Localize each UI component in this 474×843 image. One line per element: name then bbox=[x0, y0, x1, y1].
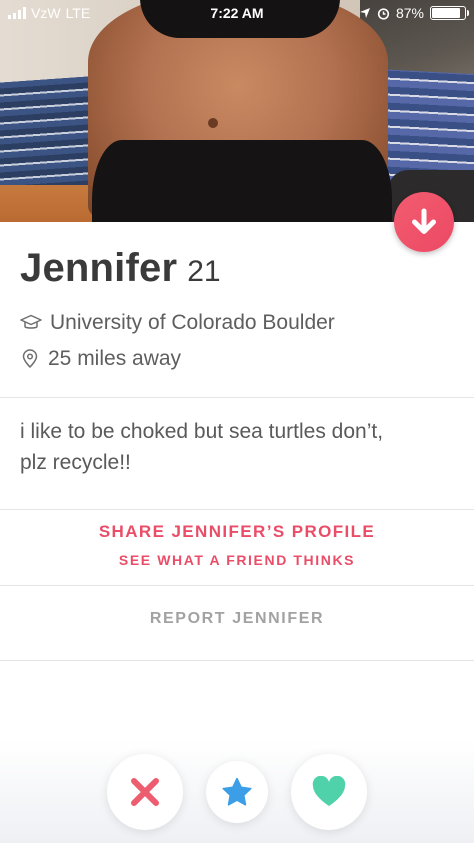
bio-line: plz recycle!! bbox=[20, 451, 131, 474]
profile-info: Jennifer 21 University of Colorado Bould… bbox=[20, 246, 460, 371]
location-pin-icon bbox=[22, 349, 38, 369]
name-row: Jennifer 21 bbox=[20, 246, 460, 291]
collapse-profile-button[interactable] bbox=[394, 192, 454, 252]
network-label: LTE bbox=[65, 5, 91, 21]
arrow-down-icon bbox=[412, 208, 436, 234]
super-like-button[interactable] bbox=[206, 761, 268, 823]
photo-bottom bbox=[92, 140, 392, 222]
profile-bio: i like to be choked but sea turtles don’… bbox=[20, 416, 460, 478]
share-profile-button[interactable]: SHARE JENNIFER’S PROFILE SEE WHAT A FRIE… bbox=[0, 522, 474, 568]
close-icon bbox=[131, 778, 159, 806]
distance-row: 25 miles away bbox=[20, 347, 460, 371]
share-profile-label: SHARE JENNIFER’S PROFILE bbox=[98, 522, 376, 541]
status-bar: VzW LTE 7:22 AM 87% bbox=[0, 0, 474, 26]
location-arrow-icon bbox=[359, 8, 370, 18]
divider bbox=[0, 660, 474, 661]
distance-label: 25 miles away bbox=[48, 347, 182, 370]
heart-icon bbox=[312, 776, 346, 806]
battery-icon bbox=[430, 6, 469, 20]
share-profile-sublabel: SEE WHAT A FRIEND THINKS bbox=[118, 552, 356, 568]
report-button[interactable]: REPORT JENNIFER bbox=[0, 610, 474, 628]
alarm-icon bbox=[377, 7, 390, 20]
divider bbox=[0, 585, 474, 586]
divider bbox=[0, 397, 474, 398]
graduation-cap-icon bbox=[20, 314, 42, 329]
carrier-label: VzW bbox=[31, 5, 61, 21]
profile-photo[interactable] bbox=[0, 0, 474, 222]
bio-line: i like to be choked but sea turtles don’… bbox=[20, 420, 384, 443]
photo-detail bbox=[208, 118, 218, 128]
profile-name: Jennifer bbox=[20, 246, 178, 290]
action-bar bbox=[0, 740, 474, 843]
battery-fill bbox=[432, 8, 460, 18]
like-button[interactable] bbox=[291, 754, 367, 830]
signal-strength-icon bbox=[8, 7, 26, 19]
profile-age: 21 bbox=[187, 255, 221, 288]
school-row: University of Colorado Boulder bbox=[20, 311, 460, 335]
battery-percent: 87% bbox=[395, 5, 424, 21]
school-label: University of Colorado Boulder bbox=[50, 311, 335, 334]
star-icon bbox=[222, 777, 252, 806]
divider bbox=[0, 509, 474, 510]
nope-button[interactable] bbox=[107, 754, 183, 830]
